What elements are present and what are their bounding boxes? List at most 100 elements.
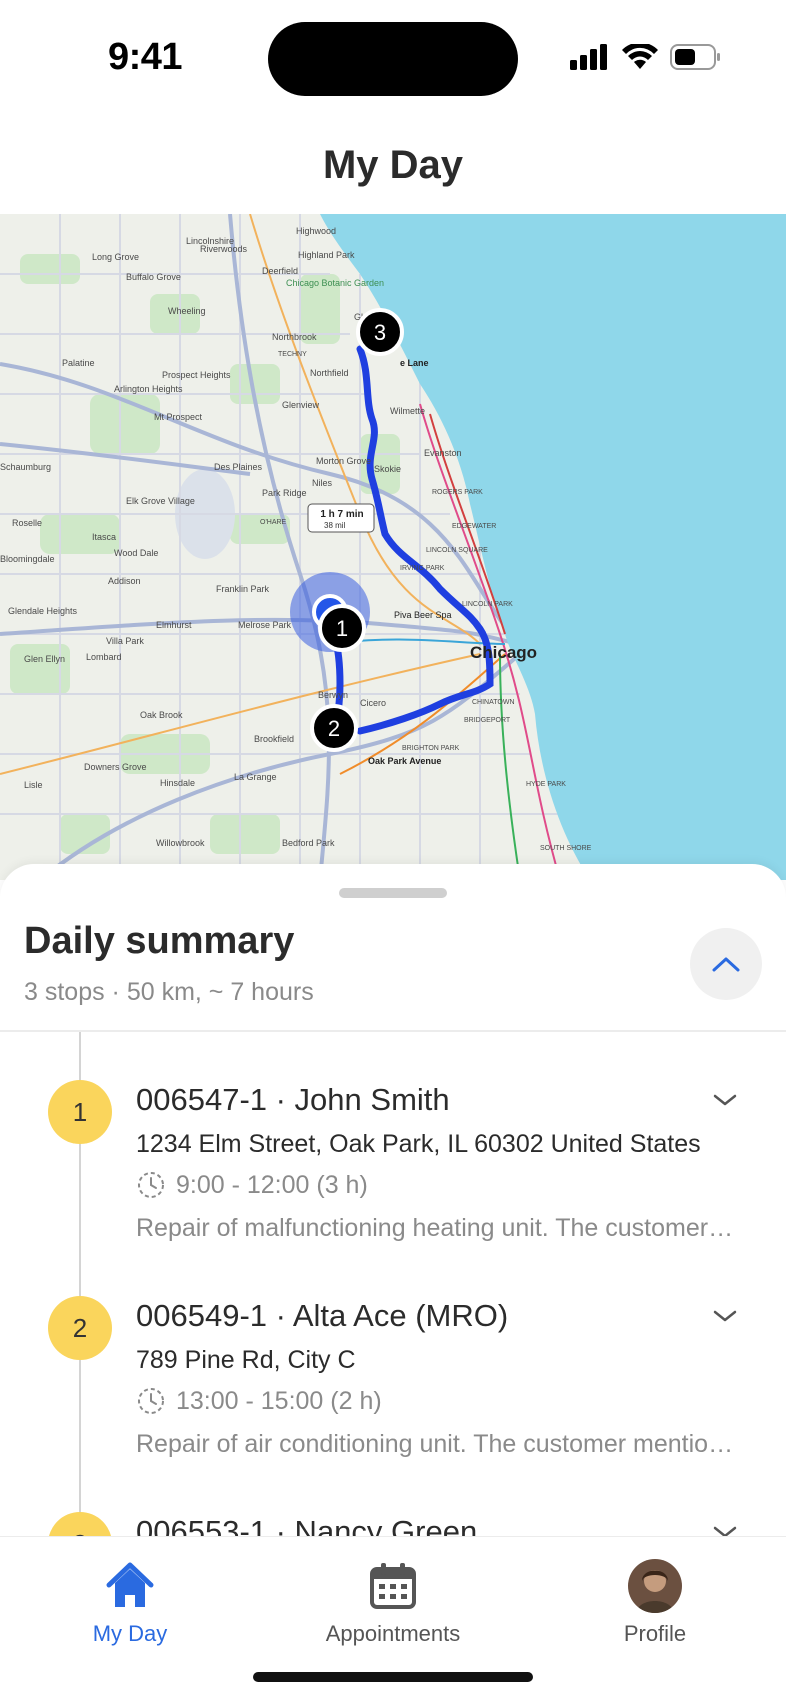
sheet-divider — [0, 1030, 786, 1032]
label-hyde-park: HYDE PARK — [526, 781, 566, 788]
label-south-shore: SOUTH SHORE — [540, 845, 592, 852]
app-header: My Day — [0, 110, 786, 214]
label-glen-ellyn: Glen Ellyn — [24, 654, 65, 664]
label-chinatown: CHINATOWN — [472, 699, 515, 706]
stop-description: Repair of air conditioning unit. The cus… — [136, 1430, 736, 1458]
chevron-down-icon[interactable] — [712, 1092, 738, 1108]
cellular-signal-icon — [570, 44, 607, 70]
battery-icon — [670, 44, 720, 70]
label-glenview: Glenview — [282, 400, 320, 410]
stop-item-2[interactable]: 2 006549-1 · Alta Ace (MRO) 789 Pine Rd,… — [0, 1296, 786, 1496]
tab-profile[interactable]: Profile — [555, 1559, 755, 1647]
label-elmhurst: Elmhurst — [156, 620, 192, 630]
tab-my-day[interactable]: My Day — [30, 1559, 230, 1647]
label-palatine: Palatine — [62, 358, 95, 368]
stop-time-text: 13:00 - 15:00 (2 h) — [176, 1386, 382, 1415]
label-skokie: Skokie — [374, 464, 401, 474]
map-marker-1[interactable]: 1 — [318, 604, 366, 652]
chevron-down-icon[interactable] — [712, 1308, 738, 1324]
summary-title: Daily summary — [24, 920, 295, 962]
label-ohare: O'HARE — [260, 519, 287, 526]
label-long-grove: Long Grove — [92, 252, 139, 262]
label-schaumburg: Schaumburg — [0, 462, 51, 472]
label-brookfield: Brookfield — [254, 734, 294, 744]
status-time: 9:41 — [108, 36, 183, 78]
map-canvas[interactable]: 1 h 7 min 38 mil Highwood Highland Park … — [0, 214, 786, 880]
label-morton-grove: Morton Grove — [316, 456, 371, 466]
stop-title: 006553-1 · Nancy Green — [136, 1514, 478, 1538]
clock-icon — [138, 1172, 164, 1198]
label-oak-brook: Oak Brook — [140, 710, 183, 720]
label-highland-park: Highland Park — [298, 250, 355, 260]
label-piva-beer-spa: Piva Beer Spa — [394, 610, 452, 620]
stop-title: 006547-1 · John Smith — [136, 1082, 450, 1117]
status-bar: 9:41 — [0, 0, 786, 110]
label-villa-park: Villa Park — [106, 636, 144, 646]
label-lisle: Lisle — [24, 780, 43, 790]
home-indicator — [253, 1672, 533, 1682]
wifi-icon — [622, 44, 658, 69]
stop-number-badge: 3 — [48, 1512, 112, 1538]
collapse-summary-button[interactable] — [690, 928, 762, 1000]
label-elk-grove-village: Elk Grove Village — [126, 496, 195, 506]
stop-title: 006549-1 · Alta Ace (MRO) — [136, 1298, 509, 1333]
label-berwyn: Berwyn — [318, 690, 348, 700]
label-rogers-park: ROGERS PARK — [432, 489, 483, 496]
avatar — [628, 1559, 682, 1613]
label-lincoln-square: LINCOLN SQUARE — [426, 547, 488, 554]
tab-label: Profile — [623, 1621, 687, 1646]
label-des-plaines: Des Plaines — [214, 462, 263, 472]
label-lincoln-park: LINCOLN PARK — [462, 601, 513, 608]
stop-item-3[interactable]: 3 006553-1 · Nancy Green — [0, 1512, 786, 1538]
label-wheeling: Wheeling — [168, 306, 206, 316]
label-addison: Addison — [108, 576, 141, 586]
chevron-up-icon — [712, 957, 740, 972]
label-buffalo-grove: Buffalo Grove — [126, 272, 181, 282]
label-niles: Niles — [312, 478, 333, 488]
dynamic-island — [268, 22, 518, 96]
map-marker-3[interactable]: 3 — [356, 308, 404, 356]
label-wood-dale: Wood Dale — [114, 548, 158, 558]
svg-text:2: 2 — [328, 716, 340, 741]
label-northbrook: Northbrook — [272, 332, 317, 342]
label-downers-grove: Downers Grove — [84, 762, 147, 772]
sheet-drag-handle[interactable] — [339, 888, 447, 898]
route-map[interactable]: 1 h 7 min 38 mil Highwood Highland Park … — [0, 214, 786, 880]
label-lombard: Lombard — [86, 652, 122, 662]
label-itasca: Itasca — [92, 532, 116, 542]
home-icon — [106, 1562, 154, 1607]
stop-time: 13:00 - 15:00 (2 h) — [136, 1386, 382, 1416]
label-roselle: Roselle — [12, 518, 42, 528]
stop-item-1[interactable]: 1 006547-1 · John Smith 1234 Elm Street,… — [0, 1080, 786, 1280]
daily-summary-sheet[interactable]: Daily summary 3 stops · 50 km, ~ 7 hours… — [0, 864, 786, 1538]
status-icons — [570, 44, 722, 70]
label-lincolnshire: Lincolnshire — [186, 236, 234, 246]
label-mt-prospect: Mt Prospect — [154, 412, 203, 422]
stop-time: 9:00 - 12:00 (3 h) — [136, 1170, 368, 1200]
label-irving-park: IRVING PARK — [400, 565, 445, 572]
summary-subtitle: 3 stops · 50 km, ~ 7 hours — [24, 978, 314, 1006]
page-title: My Day — [322, 142, 464, 187]
label-prospect-heights: Prospect Heights — [162, 370, 231, 380]
stop-time-text: 9:00 - 12:00 (3 h) — [176, 1170, 368, 1199]
svg-text:1: 1 — [336, 616, 348, 641]
route-distance-text: 38 mil — [324, 521, 346, 530]
label-la-grange: La Grange — [234, 772, 277, 782]
map-marker-2[interactable]: 2 — [310, 704, 358, 752]
label-edgewater: EDGEWATER — [452, 523, 496, 530]
stop-description: Repair of malfunctioning heating unit. T… — [136, 1214, 736, 1242]
label-melrose-park: Melrose Park — [238, 620, 292, 630]
label-willowbrook: Willowbrook — [156, 838, 205, 848]
label-northfield: Northfield — [310, 368, 349, 378]
label-chicago-botanic-garden: Chicago Botanic Garden — [286, 278, 384, 288]
label-deerfield: Deerfield — [262, 266, 298, 276]
tab-appointments[interactable]: Appointments — [293, 1559, 493, 1647]
stop-address: 789 Pine Rd, City C — [136, 1346, 356, 1374]
label-wilmette: Wilmette — [390, 406, 425, 416]
label-bloomingdale: Bloomingdale — [0, 554, 55, 564]
label-franklin-park: Franklin Park — [216, 584, 270, 594]
label-cicero: Cicero — [360, 698, 386, 708]
label-techny: TECHNY — [278, 351, 307, 358]
tab-label: Appointments — [325, 1621, 461, 1646]
label-lane: e Lane — [400, 358, 429, 368]
